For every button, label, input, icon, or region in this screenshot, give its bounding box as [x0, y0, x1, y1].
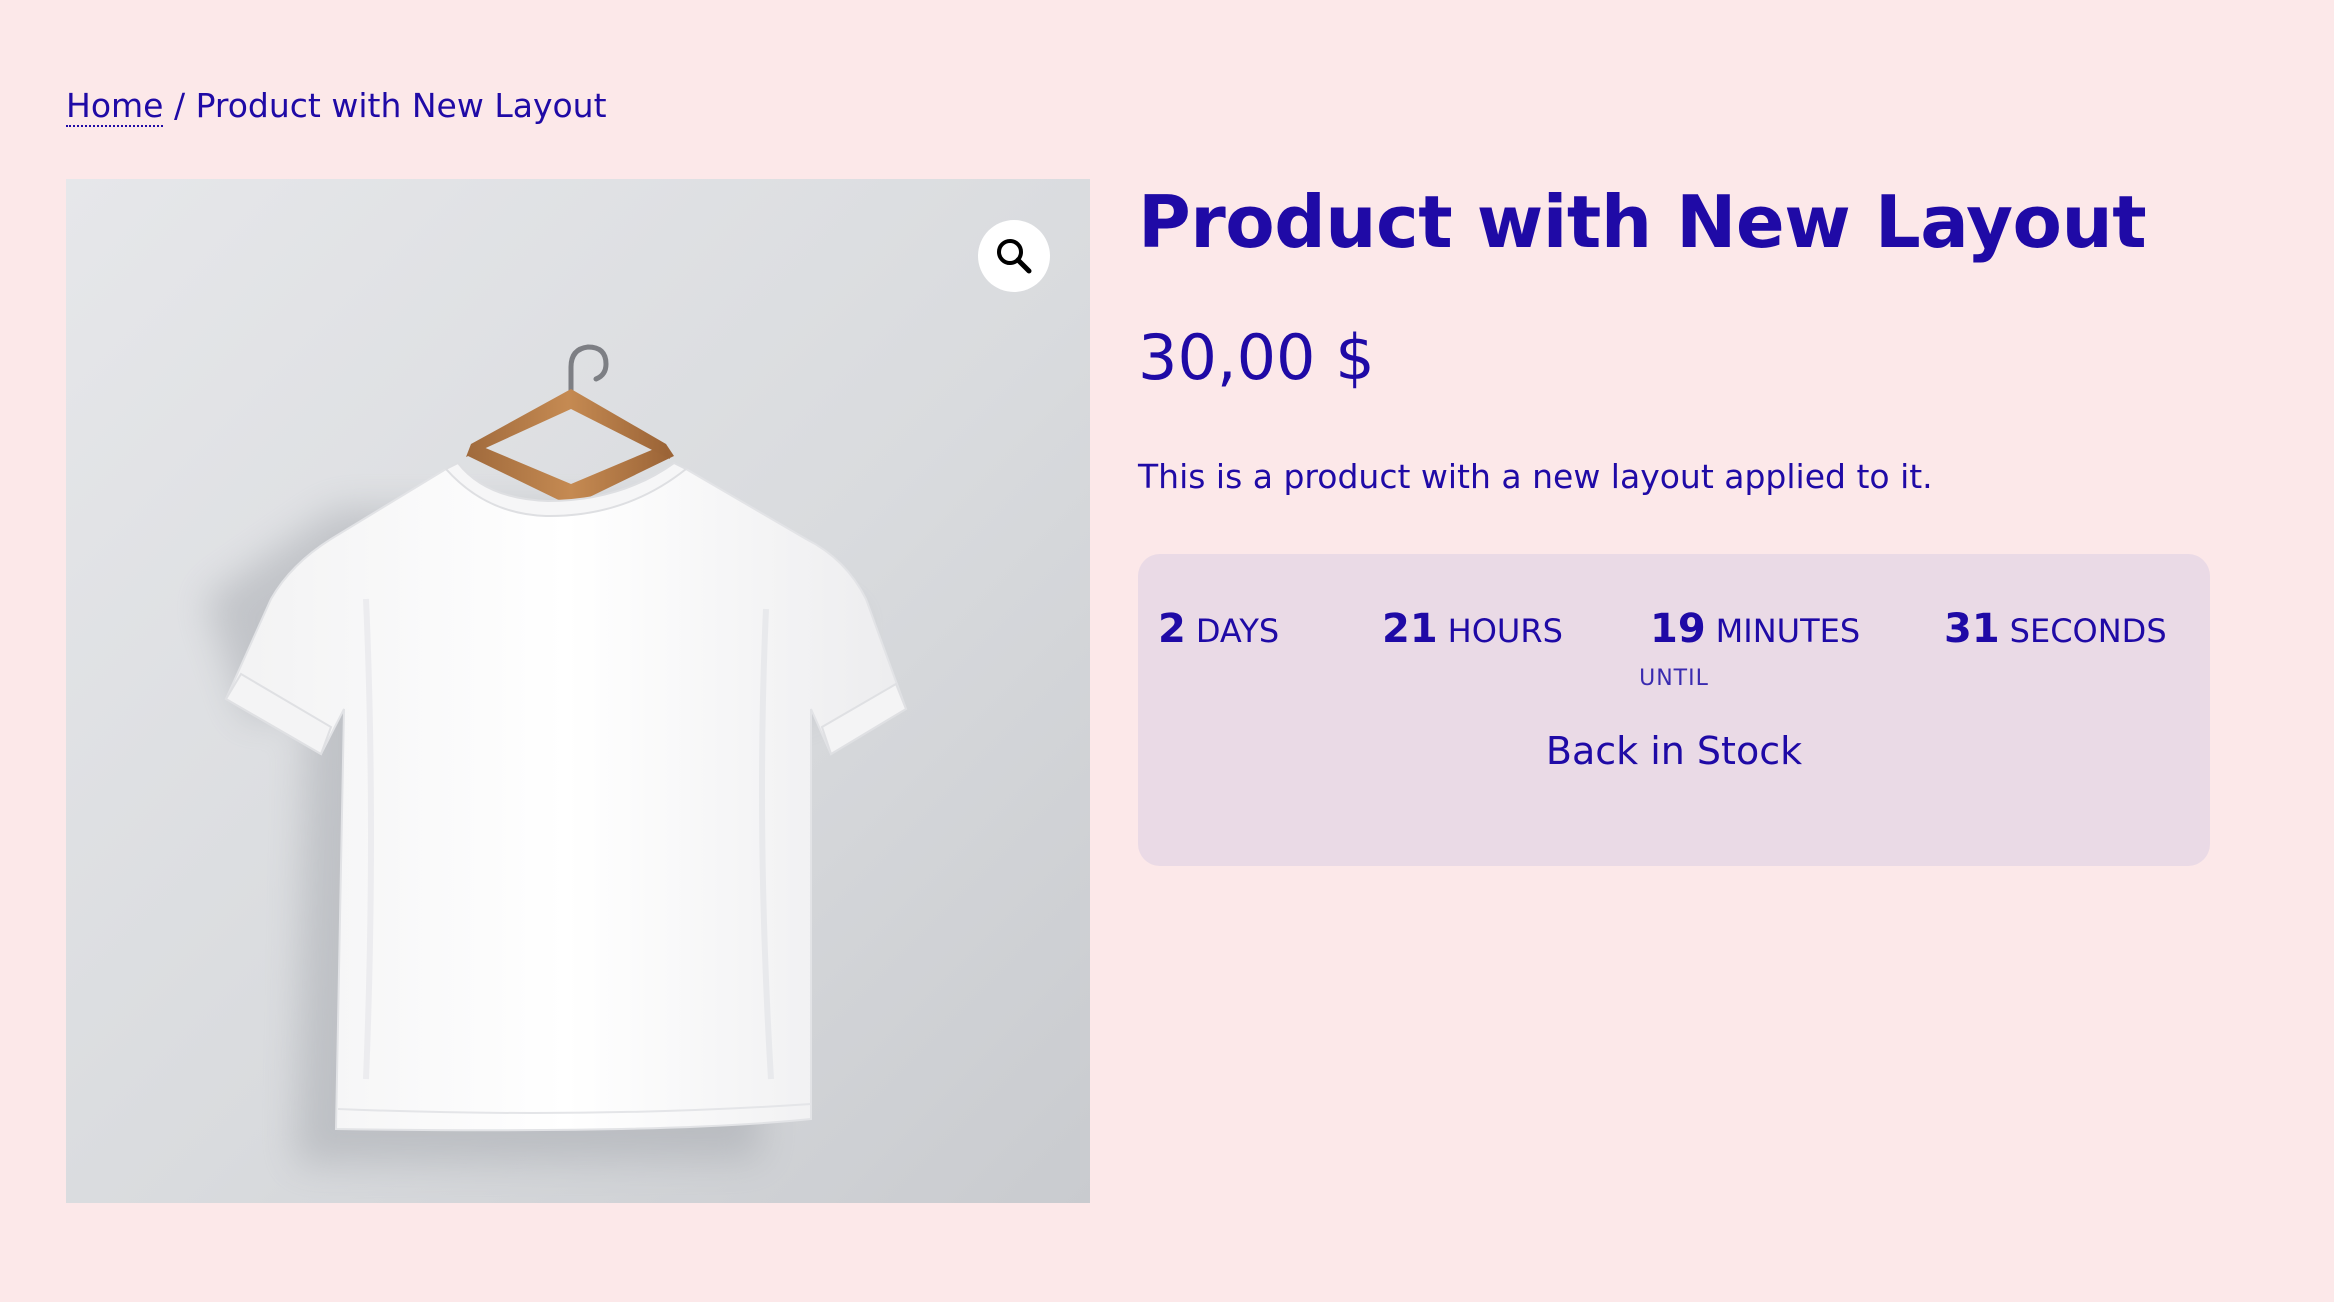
breadcrumb-home-link[interactable]: Home [66, 86, 164, 127]
zoom-button[interactable] [978, 220, 1050, 292]
countdown-minutes: 19 Minutes [1650, 604, 1860, 656]
countdown-minutes-value: 19 [1650, 606, 1706, 652]
countdown-days-value: 2 [1158, 606, 1186, 652]
breadcrumb-current: Product with New Layout [195, 86, 607, 125]
countdown-until-label: UNTIL [1639, 666, 1709, 691]
countdown-hours-label: Hours [1447, 612, 1563, 650]
countdown-box: 2 Days 21 Hours 19 Minutes 31 Seconds UNTIL … [1138, 554, 2210, 866]
countdown-days: 2 Days [1158, 604, 1279, 656]
countdown-status: Back in Stock [1545, 729, 1803, 773]
product-image[interactable] [66, 179, 1090, 1203]
countdown-seconds: 31 Seconds [1944, 604, 2167, 656]
product-title: Product with New Layout [1138, 180, 2147, 264]
countdown-seconds-value: 31 [1944, 606, 2000, 652]
countdown-seconds-label: Seconds [2009, 612, 2167, 650]
countdown-days-label: Days [1195, 612, 1280, 650]
product-description: This is a product with a new layout appl… [1138, 457, 1933, 496]
countdown-hours: 21 Hours [1382, 604, 1563, 656]
magnifier-icon [997, 239, 1032, 274]
countdown-minutes-label: Minutes [1715, 612, 1861, 650]
breadcrumb: Home / Product with New Layout [66, 84, 607, 128]
product-price: 30,00 $ [1138, 321, 1375, 394]
tshirt-image [206, 344, 908, 1164]
breadcrumb-separator: / [173, 86, 186, 125]
countdown-hours-value: 21 [1382, 606, 1438, 652]
